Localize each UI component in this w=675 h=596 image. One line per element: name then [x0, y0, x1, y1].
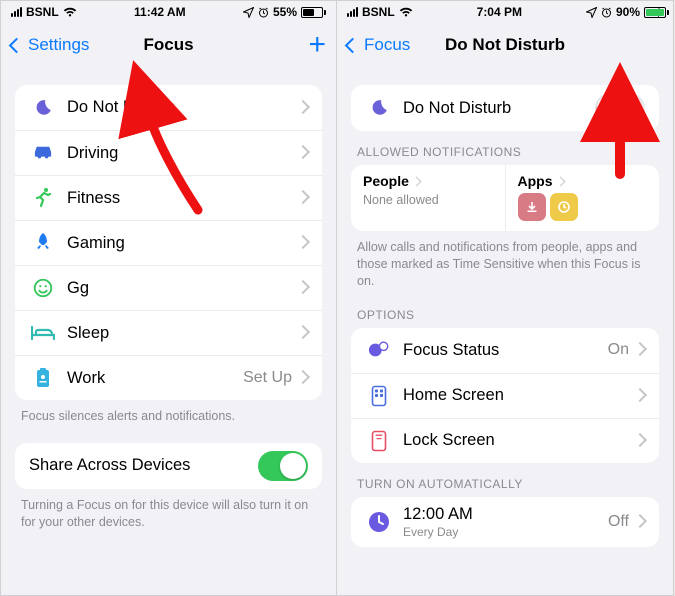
bed-icon: [29, 325, 57, 341]
status-bar: BSNL 11:42 AM 55%: [1, 1, 336, 23]
allowed-apps[interactable]: Apps: [505, 165, 660, 231]
back-button[interactable]: Settings: [11, 35, 89, 55]
share-across-devices-row[interactable]: Share Across Devices: [15, 443, 322, 489]
focus-item-work[interactable]: Work Set Up: [15, 355, 322, 400]
phone-focus-list: BSNL 11:42 AM 55% Settings Focus + Do No…: [0, 0, 337, 596]
location-icon: [586, 7, 597, 18]
lock-screen-icon: [365, 430, 393, 452]
app-icon-1: [518, 193, 546, 221]
work-value: Set Up: [243, 369, 292, 387]
focus-item-gg[interactable]: Gg: [15, 265, 322, 310]
focus-status-icon: [365, 339, 393, 361]
car-icon: [29, 144, 57, 162]
alarm-icon: [258, 7, 269, 18]
carrier-label: BSNL: [362, 5, 395, 19]
focus-footer: Focus silences alerts and notifications.: [21, 408, 316, 425]
chevron-right-icon: [635, 432, 645, 450]
allowed-people[interactable]: People None allowed: [351, 165, 505, 231]
app-icon-2: [550, 193, 578, 221]
signal-icon: [11, 7, 22, 17]
focus-item-sleep[interactable]: Sleep: [15, 310, 322, 355]
phone-dnd-detail: BSNL 7:04 PM 90% Focus Do Not Disturb Do…: [337, 0, 674, 596]
battery-pct: 90%: [616, 5, 640, 19]
battery-icon: [301, 7, 326, 18]
runner-icon: [29, 187, 57, 209]
moon-icon: [29, 97, 57, 119]
alarm-icon: [601, 7, 612, 18]
people-sub: None allowed: [363, 193, 493, 207]
chevron-right-icon: [298, 144, 308, 162]
battery-pct: 55%: [273, 5, 297, 19]
focus-item-driving[interactable]: Driving: [15, 130, 322, 175]
moon-icon: [365, 97, 393, 119]
wifi-icon: [63, 7, 77, 18]
chevron-right-icon: [298, 99, 308, 117]
clock-icon: [365, 510, 393, 534]
people-header: People: [363, 173, 493, 189]
share-footer: Turning a Focus on for this device will …: [21, 497, 316, 531]
allowed-notifications: People None allowed Apps: [351, 165, 659, 231]
share-toggle[interactable]: [258, 451, 308, 481]
chevron-right-icon: [298, 369, 308, 387]
option-lock-screen[interactable]: Lock Screen: [351, 418, 659, 463]
chevron-right-icon: [635, 513, 645, 531]
signal-icon: [347, 7, 358, 17]
nav-bar: Focus Do Not Disturb: [337, 23, 673, 67]
status-bar: BSNL 7:04 PM 90%: [337, 1, 673, 23]
section-allowed: ALLOWED NOTIFICATIONS: [357, 145, 653, 159]
chevron-right-icon: [298, 279, 308, 297]
wifi-icon: [399, 7, 413, 18]
carrier-label: BSNL: [26, 5, 59, 19]
chevron-right-icon: [635, 387, 645, 405]
dnd-toggle[interactable]: [595, 93, 645, 123]
dnd-toggle-row[interactable]: Do Not Disturb: [351, 85, 659, 131]
apps-header: Apps: [518, 173, 648, 189]
back-button[interactable]: Focus: [347, 35, 410, 55]
app-chips: [518, 193, 648, 221]
option-focus-status[interactable]: Focus Status On: [351, 328, 659, 373]
status-time: 7:04 PM: [413, 5, 586, 19]
chevron-right-icon: [298, 324, 308, 342]
smiley-icon: [29, 277, 57, 299]
home-screen-icon: [365, 385, 393, 407]
chevron-right-icon: [635, 341, 645, 359]
section-auto: TURN ON AUTOMATICALLY: [357, 477, 653, 491]
option-home-screen[interactable]: Home Screen: [351, 373, 659, 418]
focus-item-fitness[interactable]: Fitness: [15, 175, 322, 220]
schedule-row[interactable]: 12:00 AM Every Day Off: [351, 497, 659, 547]
badge-icon: [29, 367, 57, 389]
status-time: 11:42 AM: [77, 5, 243, 19]
add-button[interactable]: +: [308, 30, 326, 60]
rocket-icon: [29, 232, 57, 254]
chevron-right-icon: [298, 189, 308, 207]
battery-icon: [644, 7, 669, 18]
focus-modes-list: Do Not Disturb Driving Fitness Gaming Gg: [15, 85, 322, 400]
allowed-footer: Allow calls and notifications from peopl…: [357, 239, 653, 290]
focus-item-dnd[interactable]: Do Not Disturb: [15, 85, 322, 130]
section-options: OPTIONS: [357, 308, 653, 322]
nav-bar: Settings Focus +: [1, 23, 336, 67]
location-icon: [243, 7, 254, 18]
chevron-right-icon: [298, 234, 308, 252]
focus-item-gaming[interactable]: Gaming: [15, 220, 322, 265]
